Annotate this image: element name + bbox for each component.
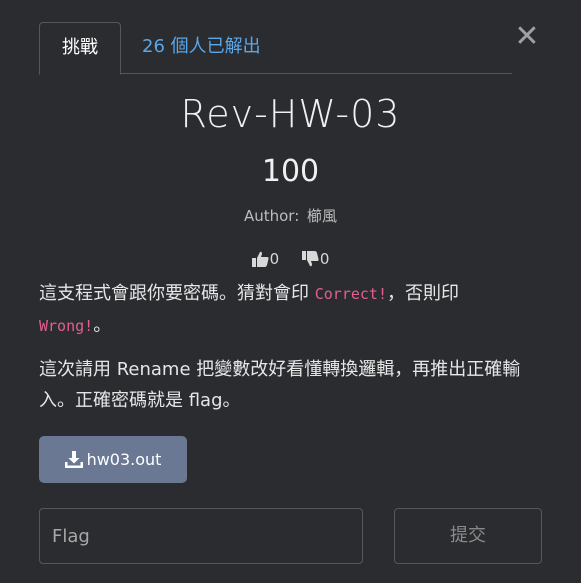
dislike-count: 0 (319, 250, 330, 268)
challenge-title: Rev-HW-03 (180, 92, 401, 136)
code-correct: Correct! (314, 285, 387, 303)
file-name: hw03.out (86, 450, 162, 469)
tab-solves[interactable]: 26 個人已解出 (142, 22, 261, 72)
download-file-button[interactable]: hw03.out (39, 436, 187, 483)
author-label: Author: (243, 207, 300, 225)
thumbs-down-icon (301, 251, 319, 267)
description-text: ，否則印 (386, 283, 459, 304)
tab-challenge[interactable]: 挑戰 (39, 22, 121, 75)
flag-input[interactable] (39, 508, 363, 564)
challenge-modal: ✕ 挑戰 26 個人已解出 Rev-HW-03 100 Author: 櫛風 0… (0, 0, 581, 583)
code-wrong: Wrong! (39, 317, 94, 335)
tab-bar: 挑戰 26 個人已解出 (39, 22, 512, 75)
description-text: 。 (93, 315, 112, 336)
like-count: 0 (269, 250, 280, 268)
dislike-button[interactable]: 0 (301, 250, 330, 268)
challenge-points: 100 (261, 154, 320, 189)
close-icon[interactable]: ✕ (512, 22, 542, 52)
thumbs-up-icon (251, 251, 269, 267)
author-name: 櫛風 (307, 207, 338, 225)
description-paragraph-1: 這支程式會跟你要密碼。猜對會印 Correct!，否則印 Wrong!。 (39, 278, 544, 342)
description-text: 這支程式會跟你要密碼。猜對會印 (39, 283, 315, 304)
description-paragraph-2: 這次請用 Rename 把變數改好看懂轉換邏輯，再推出正確輸入。正確密碼就是 f… (39, 359, 521, 411)
like-button[interactable]: 0 (251, 250, 280, 268)
challenge-author: Author: 櫛風 (0, 205, 581, 226)
vote-bar: 0 0 (0, 250, 581, 268)
download-icon (64, 451, 83, 468)
submit-button[interactable]: 提交 (394, 508, 542, 564)
challenge-description: 這支程式會跟你要密碼。猜對會印 Correct!，否則印 Wrong!。 這次請用… (39, 278, 544, 428)
